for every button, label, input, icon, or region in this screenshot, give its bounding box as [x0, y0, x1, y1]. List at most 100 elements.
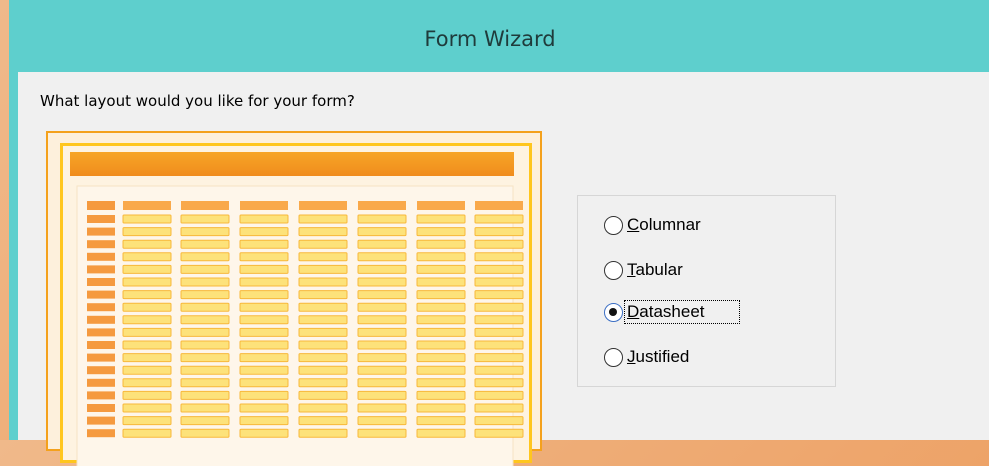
row-header-cell [87, 353, 115, 362]
datasheet-cell [239, 403, 289, 413]
row-header-cell [87, 315, 115, 324]
datasheet-cell [298, 277, 348, 287]
wizard-body: What layout would you like for your form… [18, 72, 989, 466]
datasheet-cell [122, 403, 172, 413]
radio-tabular[interactable] [604, 260, 623, 280]
datasheet-cell [357, 290, 407, 300]
row-header-cell [87, 278, 115, 286]
datasheet-cell [357, 277, 407, 287]
datasheet-cell [474, 264, 524, 274]
row-header-cell [87, 391, 115, 400]
datasheet-cell [180, 214, 230, 224]
datasheet-cell [416, 403, 466, 413]
datasheet-cell [474, 277, 524, 287]
datasheet-cell [298, 353, 348, 363]
datasheet-cell [298, 403, 348, 413]
radio-justified[interactable] [604, 347, 623, 367]
datasheet-cell [180, 239, 230, 249]
row-header-cell [87, 303, 115, 312]
datasheet-cell [239, 353, 289, 363]
datasheet-cell [298, 290, 348, 300]
datasheet-cell [357, 264, 407, 274]
datasheet-cell [122, 390, 172, 400]
datasheet-cell [474, 416, 524, 426]
datasheet-cell [122, 416, 172, 426]
datasheet-cell [239, 214, 289, 224]
radio-columnar[interactable] [604, 215, 623, 235]
datasheet-cell [180, 378, 230, 388]
datasheet-cell [298, 264, 348, 274]
radio-datasheet[interactable] [604, 302, 623, 322]
datasheet-cell [239, 378, 289, 388]
datasheet-cell [416, 353, 466, 363]
datasheet-cell [474, 340, 524, 350]
datasheet-cell [298, 252, 348, 262]
datasheet-cell [180, 264, 230, 274]
datasheet-cell [357, 378, 407, 388]
datasheet-cell [122, 353, 172, 363]
datasheet-cell [298, 302, 348, 312]
datasheet-cell [122, 327, 172, 337]
datasheet-cell [474, 327, 524, 337]
datasheet-cell [122, 227, 172, 237]
datasheet-cell [180, 227, 230, 237]
datasheet-cell [357, 227, 407, 237]
preview-frame [60, 143, 532, 466]
datasheet-cell [416, 277, 466, 287]
datasheet-cell [180, 403, 230, 413]
option-justified[interactable]: Justified [604, 344, 691, 370]
datasheet-cell [122, 378, 172, 388]
datasheet-cell [474, 353, 524, 363]
datasheet-cell [474, 428, 524, 438]
datasheet-cell [239, 340, 289, 350]
datasheet-cell [474, 227, 524, 237]
datasheet-cell [298, 315, 348, 325]
option-datasheet[interactable]: Datasheet [604, 299, 740, 325]
column-header-cell [299, 201, 347, 210]
datasheet-cell [180, 416, 230, 426]
datasheet-cell [122, 428, 172, 438]
option-tabular[interactable]: Tabular [604, 257, 685, 283]
option-tabular-label: Tabular [627, 260, 683, 279]
datasheet-preview-grid [76, 185, 524, 466]
datasheet-cell [474, 290, 524, 300]
row-header-cell [87, 378, 115, 387]
column-header-cell [358, 201, 406, 210]
datasheet-cell [122, 214, 172, 224]
option-columnar[interactable]: Columnar [604, 212, 703, 238]
option-columnar-label: Columnar [627, 215, 701, 234]
datasheet-cell [474, 315, 524, 325]
column-header-cell [181, 201, 229, 210]
title-bar[interactable]: Form Wizard [9, 0, 989, 72]
datasheet-cell [180, 390, 230, 400]
column-header-cell [417, 201, 465, 210]
datasheet-cell [180, 353, 230, 363]
row-header-cell [87, 265, 115, 274]
row-header-cell [87, 227, 115, 236]
column-header-cell [475, 201, 523, 210]
datasheet-cell [474, 214, 524, 224]
row-header-cell [87, 429, 115, 438]
datasheet-cell [298, 239, 348, 249]
datasheet-cell [180, 327, 230, 337]
datasheet-cell [239, 365, 289, 375]
datasheet-cell [122, 365, 172, 375]
datasheet-cell [239, 302, 289, 312]
datasheet-cell [180, 252, 230, 262]
datasheet-cell [298, 340, 348, 350]
datasheet-cell [416, 302, 466, 312]
column-header-cell [240, 201, 288, 210]
datasheet-cell [357, 239, 407, 249]
datasheet-cell [474, 239, 524, 249]
datasheet-cell [298, 390, 348, 400]
datasheet-cell [416, 227, 466, 237]
datasheet-cell [474, 403, 524, 413]
datasheet-cell [357, 252, 407, 262]
datasheet-cell [239, 315, 289, 325]
datasheet-cell [239, 390, 289, 400]
datasheet-cell [122, 252, 172, 262]
datasheet-cell [357, 327, 407, 337]
layout-prompt: What layout would you like for your form… [40, 92, 355, 110]
datasheet-cell [122, 315, 172, 325]
form-wizard-window: Form Wizard What layout would you like f… [9, 0, 989, 466]
